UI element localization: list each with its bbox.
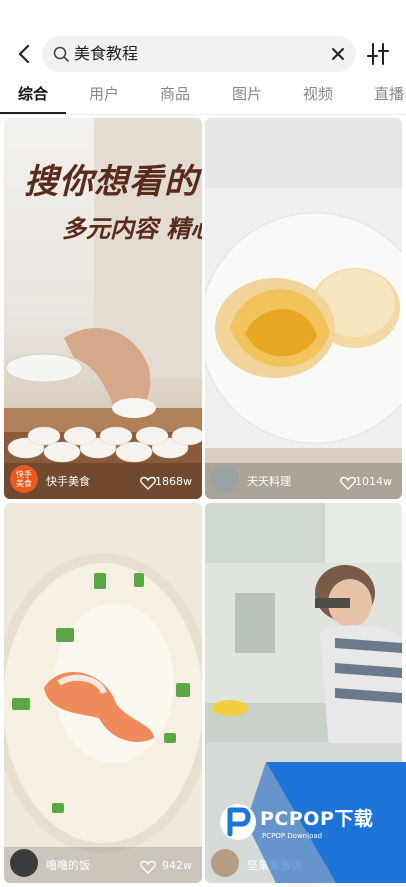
search-box[interactable]: 美食教程 [42,36,356,72]
search-query[interactable]: 美食教程 [74,44,138,64]
tab-images[interactable]: 图片 [232,84,262,104]
heart-icon[interactable] [140,860,156,874]
clear-icon[interactable] [328,44,348,64]
author-name[interactable]: 天天料理 [247,475,291,489]
avatar[interactable] [211,465,239,493]
search-icon [53,46,69,62]
tab-bar: 综合 用户 商品 图片 视频 直播 [0,80,406,112]
pastry-image [205,118,402,499]
steamed-egg-shrimp-image [4,503,202,883]
watermark-brand: PCPOP下载 [260,808,374,830]
back-button[interactable] [10,38,38,70]
overlay-subline: 多元内容 精心挑选 [62,214,202,243]
watermark-subtitle: PCPOP Download [262,832,323,840]
author-name[interactable]: 快手美食 [46,475,90,489]
brand-badge: 快手 美食 [16,470,32,488]
like-count: 1868w [155,475,192,488]
tab-users[interactable]: 用户 [89,84,119,104]
overlay-headline: 搜你想看的 [24,162,199,202]
tab-products[interactable]: 商品 [160,84,190,104]
avatar[interactable] [10,849,38,877]
back-arrow-icon [18,44,30,64]
divider [0,114,406,115]
top-bar: 美食教程 综合 用户 商品 图片 视频 直播 [0,0,406,112]
avatar[interactable]: 快手 美食 [10,465,38,493]
video-card-3[interactable]: 噜噜的饭 942w [4,503,202,883]
like-count: 942w [162,859,192,872]
site-watermark: PCPOP下载 PCPOP Download [206,762,406,883]
tab-live[interactable]: 直播 [374,84,404,104]
tab-videos[interactable]: 视频 [303,84,333,104]
heart-icon[interactable] [140,476,156,490]
author-name[interactable]: 噜噜的饭 [46,859,90,873]
filter-icon[interactable] [364,40,392,68]
video-card-2[interactable]: 天天料理 1014w [205,118,402,499]
tab-comprehensive[interactable]: 综合 [18,84,48,104]
video-card-1[interactable]: 搜你想看的 多元内容 精心挑选 快手 美食 快手美食 1868w [4,118,202,499]
like-count: 1014w [355,475,392,488]
heart-icon[interactable] [340,476,356,490]
